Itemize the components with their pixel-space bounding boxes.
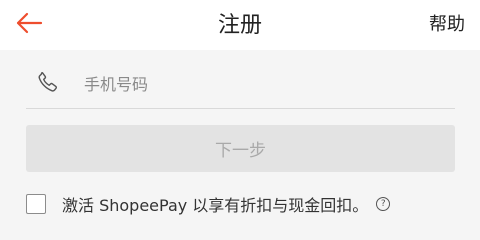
question-glyph: ? xyxy=(380,199,386,209)
shopeepay-consent-row: 激活 ShopeePay 以享有折扣与现金回扣。 ? xyxy=(26,190,391,218)
register-page: 注册 帮助 下一步 激活 ShopeePay 以享有折扣与现金回扣。 ? xyxy=(0,0,480,218)
back-button[interactable] xyxy=(10,6,48,40)
phone-icon xyxy=(38,71,58,92)
shopeepay-consent-text: 激活 ShopeePay 以享有折扣与现金回扣。 xyxy=(62,196,369,215)
phone-field-row xyxy=(26,62,455,109)
shopeepay-checkbox[interactable] xyxy=(26,194,46,214)
help-link[interactable]: 帮助 xyxy=(429,10,465,36)
page-title: 注册 xyxy=(217,13,262,38)
header-bar: 注册 帮助 xyxy=(0,0,480,50)
phone-input[interactable] xyxy=(82,68,446,100)
next-step-button[interactable]: 下一步 xyxy=(26,125,455,172)
registration-form: 下一步 激活 ShopeePay 以享有折扣与现金回扣。 ? xyxy=(0,50,480,218)
arrow-left-icon xyxy=(16,12,43,34)
question-circle-icon[interactable]: ? xyxy=(376,197,391,211)
